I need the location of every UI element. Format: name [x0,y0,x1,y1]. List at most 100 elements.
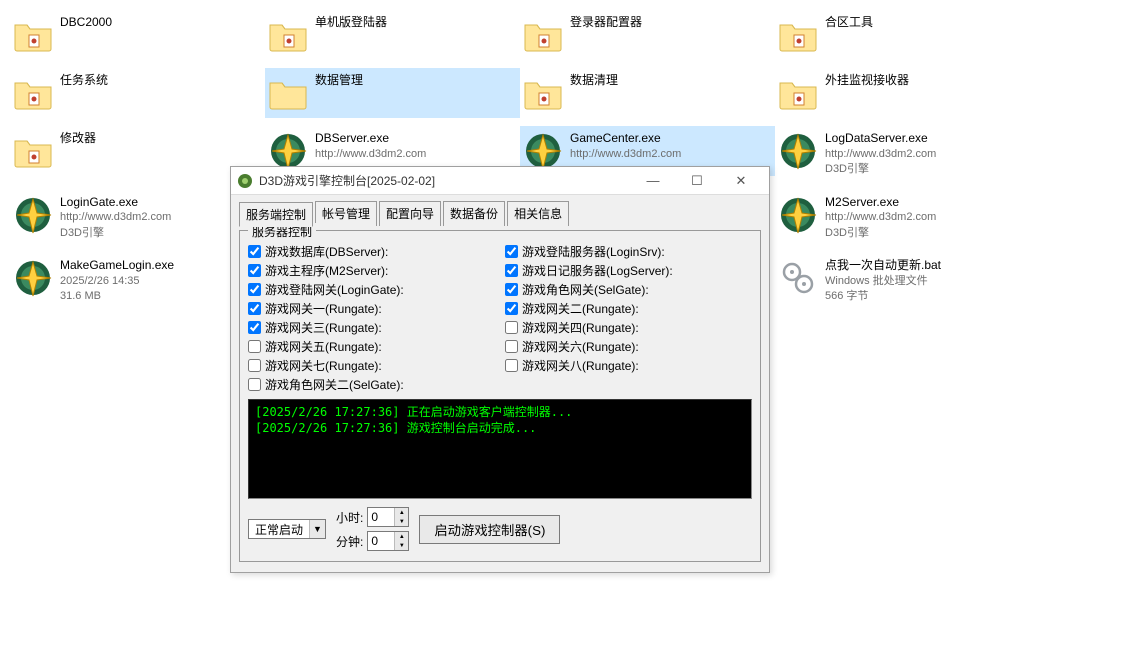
close-button[interactable]: ✕ [719,168,763,194]
file-item[interactable]: DBC2000 [10,10,265,60]
file-name: 数据管理 [315,72,363,89]
hour-spinner[interactable]: ▲▼ [367,507,409,527]
checkbox-label: 游戏登陆服务器(LoginSrv): [522,243,665,260]
minute-spinner[interactable]: ▲▼ [367,531,409,551]
file-sub: http://www.d3dm2.com [570,147,681,162]
server-checkbox[interactable]: 游戏角色网关二(SelGate): [248,376,495,393]
checkbox-input[interactable] [248,302,261,315]
checkbox-input[interactable] [248,378,261,391]
folder-icon [267,72,309,114]
file-name: DBC2000 [60,14,112,31]
file-name: 点我一次自动更新.bat [825,257,941,274]
server-checkbox[interactable]: 游戏登陆网关(LoginGate): [248,281,495,298]
checkbox-input[interactable] [248,264,261,277]
file-item[interactable]: 登录器配置器 [520,10,775,60]
checkbox-label: 游戏网关四(Rungate): [522,319,639,336]
file-item[interactable]: 任务系统 [10,68,265,118]
tab-bar: 服务端控制帐号管理配置向导数据备份相关信息 [239,201,761,226]
checkbox-input[interactable] [248,340,261,353]
checkbox-label: 游戏网关八(Rungate): [522,357,639,374]
server-checkbox[interactable]: 游戏网关三(Rungate): [248,319,495,336]
file-item[interactable]: 修改器 [10,126,265,176]
titlebar[interactable]: D3D游戏引擎控制台[2025-02-02] — ☐ ✕ [231,167,769,195]
spin-down-icon[interactable]: ▼ [395,517,408,526]
server-checkbox[interactable]: 游戏登陆服务器(LoginSrv): [505,243,752,260]
checkbox-label: 游戏角色网关(SelGate): [522,281,649,298]
spin-down-icon[interactable]: ▼ [395,541,408,550]
folder-icon [12,130,54,172]
file-name: LoginGate.exe [60,194,171,211]
file-item[interactable]: 点我一次自动更新.batWindows 批处理文件566 字节 [775,253,1030,309]
server-checkbox[interactable]: 游戏网关四(Rungate): [505,319,752,336]
minute-label: 分钟: [336,533,363,550]
d3d-control-dialog: D3D游戏引擎控制台[2025-02-02] — ☐ ✕ 服务端控制帐号管理配置… [230,166,770,573]
checkbox-input[interactable] [505,264,518,277]
server-checkbox[interactable]: 游戏角色网关(SelGate): [505,281,752,298]
tab[interactable]: 数据备份 [443,201,505,226]
start-mode-combo[interactable]: 正常启动 ▼ [248,519,326,539]
file-sub: http://www.d3dm2.com [825,147,936,162]
tab[interactable]: 配置向导 [379,201,441,226]
bat-icon [777,257,819,299]
folder-icon [12,72,54,114]
server-checkbox[interactable]: 游戏网关一(Rungate): [248,300,495,317]
file-name: 合区工具 [825,14,873,31]
hour-input[interactable] [368,508,394,526]
checkbox-input[interactable] [248,245,261,258]
console-line: [2025/2/26 17:27:36] 游戏控制台启动完成... [255,420,745,436]
checkbox-label: 游戏网关一(Rungate): [265,300,382,317]
spin-up-icon[interactable]: ▲ [395,532,408,541]
file-item[interactable]: 外挂监视接收器 [775,68,1030,118]
checkbox-input[interactable] [248,283,261,296]
file-sub: 31.6 MB [60,289,174,304]
server-checkbox[interactable]: 游戏网关八(Rungate): [505,357,752,374]
file-item[interactable]: LoginGate.exehttp://www.d3dm2.comD3D引擎 [10,190,265,246]
server-checkbox[interactable]: 游戏日记服务器(LogServer): [505,262,752,279]
checkbox-input[interactable] [505,359,518,372]
file-item[interactable]: LogDataServer.exehttp://www.d3dm2.comD3D… [775,126,1030,182]
exe-icon [777,194,819,236]
file-item[interactable]: M2Server.exehttp://www.d3dm2.comD3D引擎 [775,190,1030,246]
server-checkbox[interactable]: 游戏主程序(M2Server): [248,262,495,279]
server-checkbox[interactable]: 游戏数据库(DBServer): [248,243,495,260]
checkbox-input[interactable] [505,283,518,296]
file-item[interactable]: MakeGameLogin.exe2025/2/26 14:3531.6 MB [10,253,265,309]
checkbox-input[interactable] [248,359,261,372]
file-sub: 566 字节 [825,289,941,304]
file-name: 数据清理 [570,72,618,89]
tab[interactable]: 服务端控制 [239,202,313,227]
file-name: MakeGameLogin.exe [60,257,174,274]
checkbox-input[interactable] [505,245,518,258]
file-sub: http://www.d3dm2.com [315,147,426,162]
maximize-button[interactable]: ☐ [675,168,719,194]
server-checkbox[interactable]: 游戏网关二(Rungate): [505,300,752,317]
checkbox-input[interactable] [505,321,518,334]
checkbox-input[interactable] [505,302,518,315]
checkbox-input[interactable] [248,321,261,334]
checkbox-input[interactable] [505,340,518,353]
file-sub: 2025/2/26 14:35 [60,274,174,289]
minimize-button[interactable]: — [631,168,675,194]
checkbox-label: 游戏登陆网关(LoginGate): [265,281,404,298]
minute-input[interactable] [368,532,394,550]
file-sub: D3D引擎 [825,226,936,241]
log-console: [2025/2/26 17:27:36] 正在启动游戏客户端控制器...[202… [248,399,752,499]
tab[interactable]: 相关信息 [507,201,569,226]
file-item[interactable]: 合区工具 [775,10,1030,60]
file-item[interactable]: 数据清理 [520,68,775,118]
file-sub: http://www.d3dm2.com [825,210,936,225]
file-item[interactable]: 单机版登陆器 [265,10,520,60]
spin-up-icon[interactable]: ▲ [395,508,408,517]
file-item[interactable]: 数据管理 [265,68,520,118]
file-name: LogDataServer.exe [825,130,936,147]
checkbox-label: 游戏网关三(Rungate): [265,319,382,336]
console-line: [2025/2/26 17:27:36] 正在启动游戏客户端控制器... [255,404,745,420]
file-name: 单机版登陆器 [315,14,387,31]
tab[interactable]: 帐号管理 [315,201,377,226]
server-checkbox[interactable]: 游戏网关五(Rungate): [248,338,495,355]
exe-icon [12,257,54,299]
start-controller-button[interactable]: 启动游戏控制器(S) [419,515,560,544]
server-checkbox[interactable]: 游戏网关七(Rungate): [248,357,495,374]
server-checkbox[interactable]: 游戏网关六(Rungate): [505,338,752,355]
checkbox-label: 游戏网关六(Rungate): [522,338,639,355]
